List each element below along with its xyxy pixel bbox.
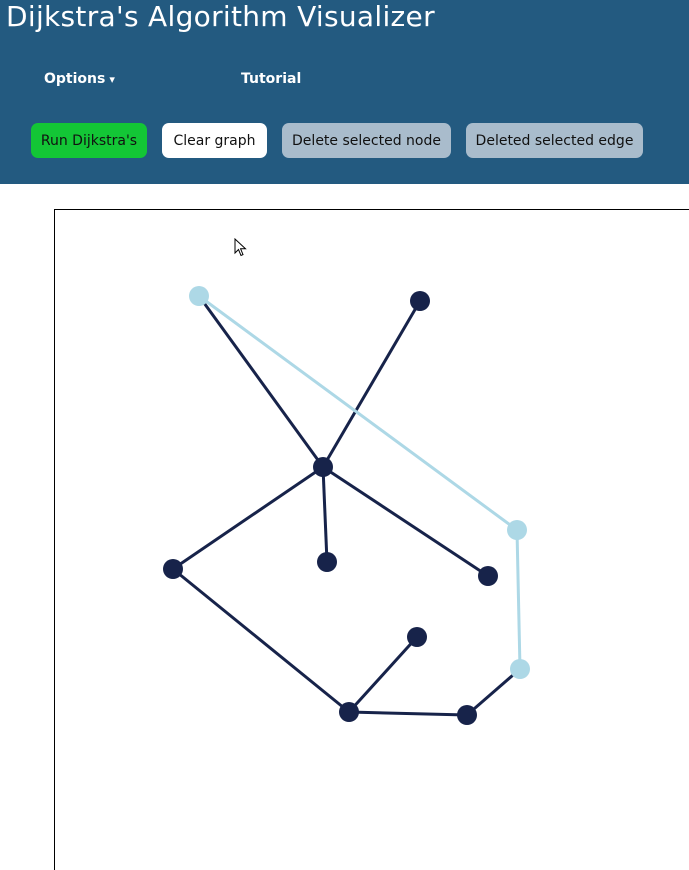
graph-edge-n4-n9[interactable] bbox=[515, 529, 522, 670]
nodes-layer bbox=[163, 286, 530, 725]
graph-edge-n2-n3[interactable] bbox=[321, 300, 422, 468]
mouse-pointer-icon bbox=[234, 238, 247, 257]
graph-edge-n10-n11[interactable] bbox=[348, 710, 468, 717]
graph-node-n5[interactable] bbox=[163, 559, 183, 579]
edges-layer bbox=[172, 294, 522, 717]
graph-node-n8[interactable] bbox=[407, 627, 427, 647]
graph-edge-n10-n8[interactable] bbox=[347, 635, 419, 714]
graph-edge-n5-n10[interactable] bbox=[172, 567, 350, 714]
graph-node-n1[interactable] bbox=[189, 286, 209, 306]
graph-edge-n11-n9[interactable] bbox=[466, 667, 521, 717]
graph-edge-n3-n5[interactable] bbox=[172, 465, 324, 571]
graph-node-n2[interactable] bbox=[410, 291, 430, 311]
graph-node-n11[interactable] bbox=[457, 705, 477, 725]
graph-node-n3[interactable] bbox=[313, 457, 333, 477]
graph-node-n10[interactable] bbox=[339, 702, 359, 722]
graph-edge-n3-n6[interactable] bbox=[321, 466, 329, 563]
graph-edge-n1-n3[interactable] bbox=[197, 295, 325, 468]
graph-edge-n1-n4[interactable] bbox=[198, 294, 518, 532]
graph-node-n6[interactable] bbox=[317, 552, 337, 572]
graph-edge-n3-n7[interactable] bbox=[322, 465, 489, 578]
graph-node-n4[interactable] bbox=[507, 520, 527, 540]
graph-node-n9[interactable] bbox=[510, 659, 530, 679]
graph-drawing[interactable] bbox=[0, 0, 689, 853]
graph-node-n7[interactable] bbox=[478, 566, 498, 586]
